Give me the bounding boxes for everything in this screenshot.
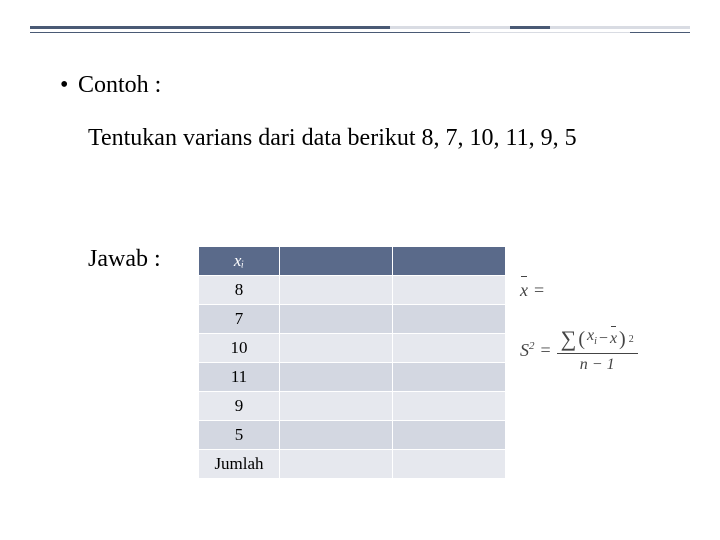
fraction: ∑ ( xi − x )2 n − 1 — [557, 327, 638, 374]
cell-blank — [393, 363, 506, 392]
cell-xi: 9 — [199, 392, 280, 421]
table-row: 7 — [199, 305, 506, 334]
cell-blank — [280, 392, 393, 421]
xbar-symbol: x — [610, 330, 617, 348]
table-row: 9 — [199, 392, 506, 421]
table-header-col2 — [280, 247, 393, 276]
table-header-xi: xᵢ — [199, 247, 280, 276]
cell-blank — [280, 421, 393, 450]
sigma-icon: ∑ — [561, 328, 577, 350]
equals: = — [541, 340, 551, 361]
s-squared: S2 — [520, 340, 535, 361]
cell-blank — [280, 276, 393, 305]
table-row: 11 — [199, 363, 506, 392]
question-text: Tentukan varians dari data berikut 8, 7,… — [88, 116, 680, 162]
cell-blank — [393, 392, 506, 421]
cell-blank — [393, 305, 506, 334]
table-row: 8 — [199, 276, 506, 305]
cell-xi: 8 — [199, 276, 280, 305]
table-row: 5 — [199, 421, 506, 450]
content-area: •Contoh : Tentukan varians dari data ber… — [60, 66, 680, 162]
variance-table: xᵢ 8 7 10 11 9 5 Jumlah — [198, 246, 506, 479]
cell-blank — [393, 421, 506, 450]
decorative-rule — [30, 26, 690, 36]
cell-blank — [393, 450, 506, 479]
denominator: n − 1 — [580, 354, 615, 374]
table-header-row: xᵢ — [199, 247, 506, 276]
mean-formula: x = — [520, 280, 638, 301]
table-row: 10 — [199, 334, 506, 363]
numerator: ∑ ( xi − x )2 — [557, 327, 638, 354]
bullet-contoh: •Contoh : — [60, 66, 680, 104]
cell-xi: 7 — [199, 305, 280, 334]
bullet-label: Contoh : — [78, 72, 161, 98]
cell-blank — [393, 334, 506, 363]
formula-block: x = S2 = ∑ ( xi − x )2 n − 1 — [520, 280, 638, 374]
cell-xi: 11 — [199, 363, 280, 392]
equals: = — [534, 280, 544, 301]
table-row-total: Jumlah — [199, 450, 506, 479]
variance-formula: S2 = ∑ ( xi − x )2 n − 1 — [520, 327, 638, 374]
cell-blank — [393, 276, 506, 305]
cell-xi: 5 — [199, 421, 280, 450]
cell-total-label: Jumlah — [199, 450, 280, 479]
cell-xi: 10 — [199, 334, 280, 363]
answer-label: Jawab : — [88, 246, 161, 272]
cell-blank — [280, 334, 393, 363]
cell-blank — [280, 305, 393, 334]
cell-blank — [280, 363, 393, 392]
slide: •Contoh : Tentukan varians dari data ber… — [0, 0, 720, 540]
cell-blank — [280, 450, 393, 479]
table-header-col3 — [393, 247, 506, 276]
xbar-symbol: x — [520, 280, 528, 301]
